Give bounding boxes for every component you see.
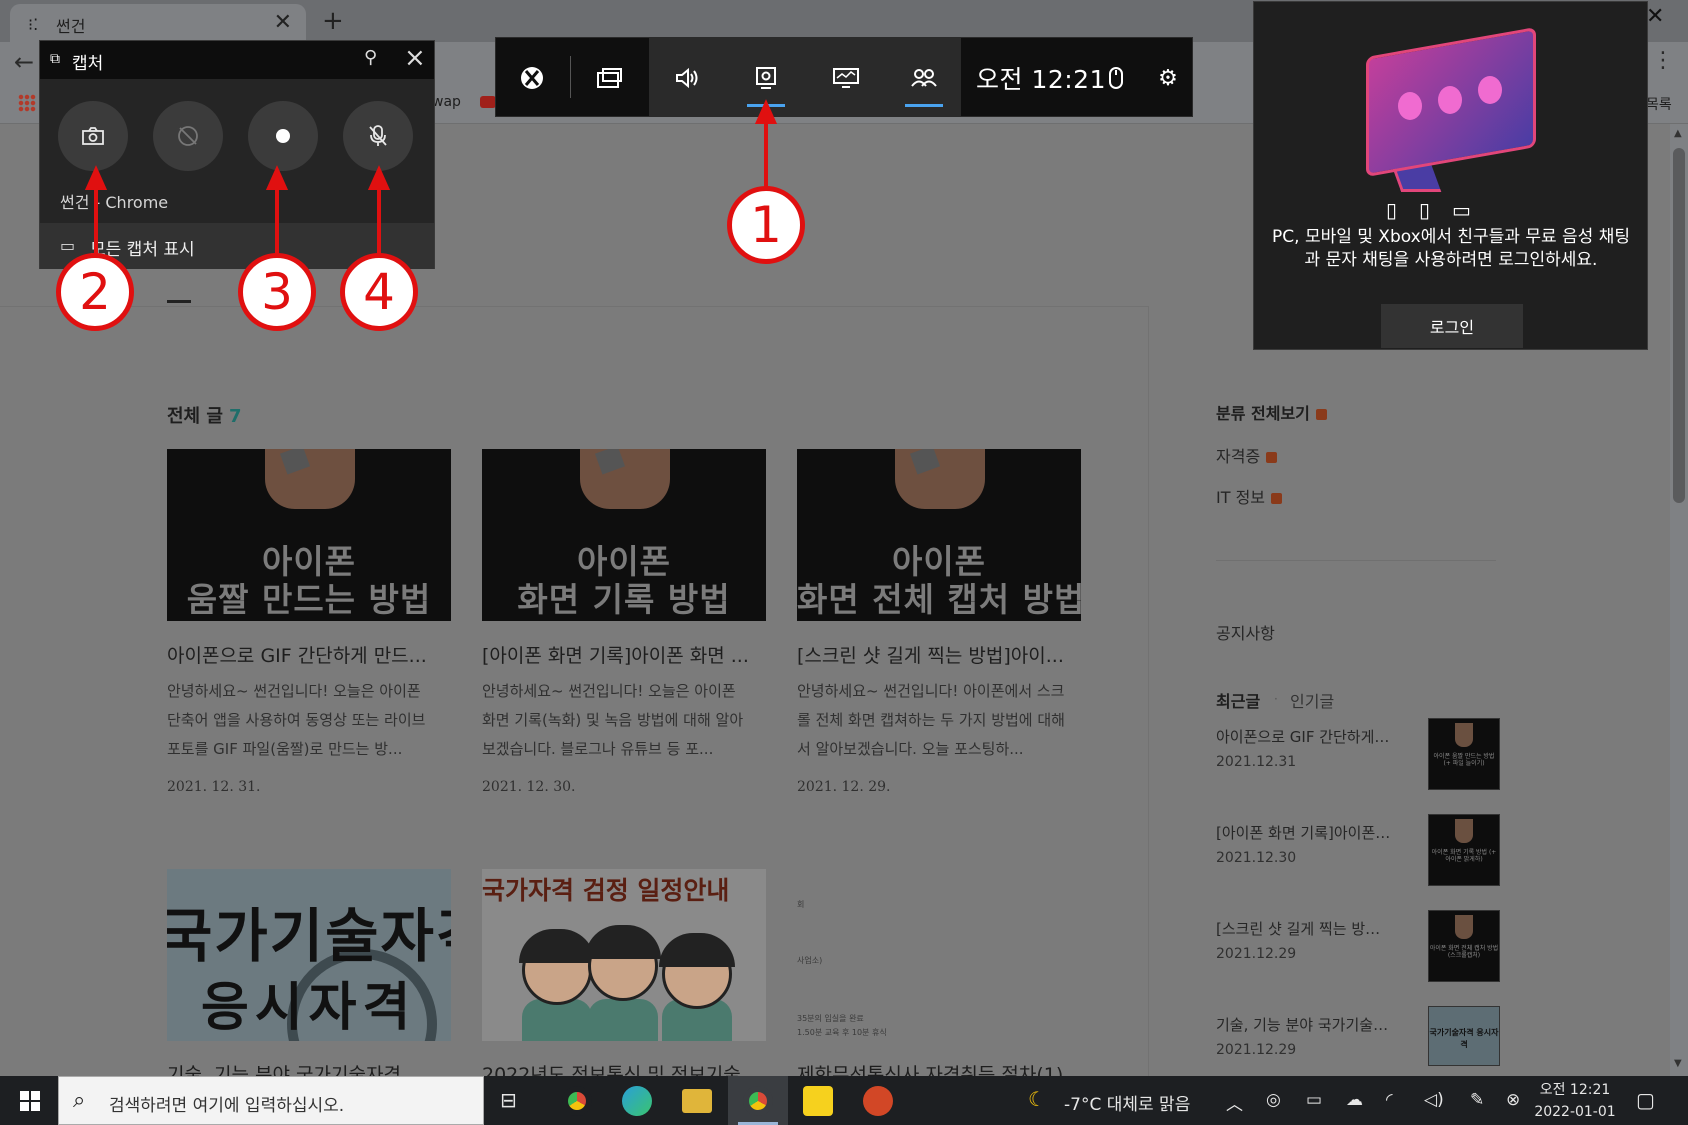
annotation-number: 1 [727, 186, 805, 264]
annotation-arrowhead [265, 165, 289, 190]
annotation-arrowhead [84, 165, 108, 190]
annotation-arrowhead [754, 99, 778, 124]
annotation-number: 2 [56, 253, 134, 331]
annotation-number: 4 [340, 253, 418, 331]
annotation-arrowhead [367, 165, 391, 190]
annotation-number: 3 [238, 253, 316, 331]
annotation-arrows [84, 99, 778, 258]
